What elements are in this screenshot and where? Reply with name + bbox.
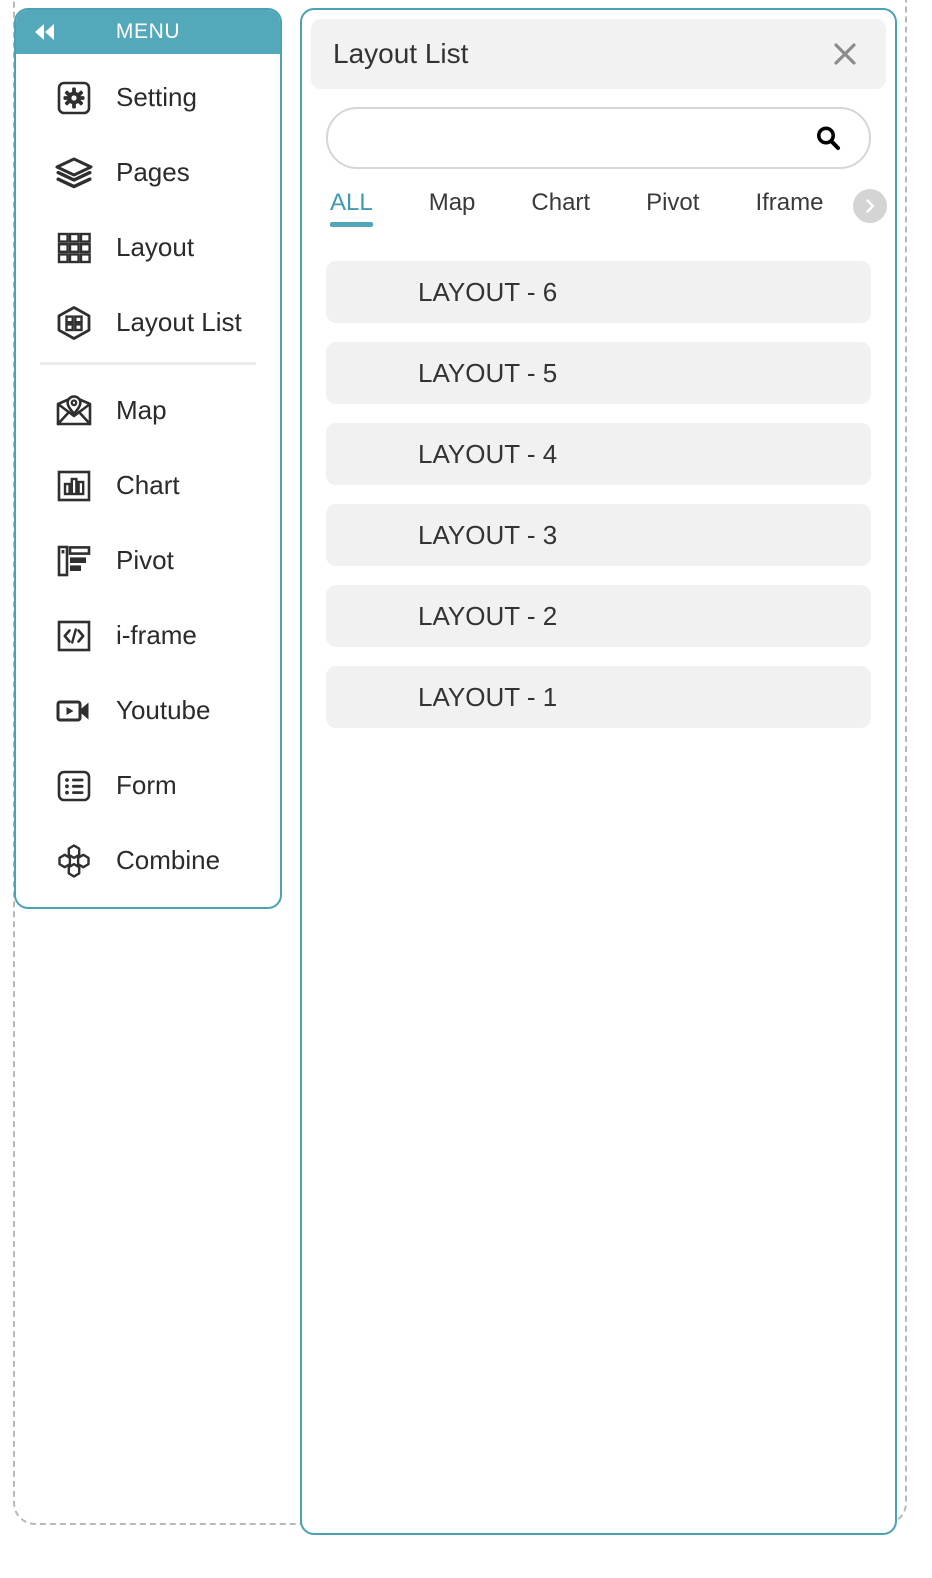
list-item[interactable]: LAYOUT - 4 bbox=[326, 423, 871, 485]
sidebar-item-layout[interactable]: Layout bbox=[16, 210, 280, 285]
layout-list: LAYOUT - 6 LAYOUT - 5 LAYOUT - 4 LAYOUT … bbox=[326, 261, 871, 728]
sidebar-item-label: Combine bbox=[116, 845, 221, 875]
double-chevron-left-icon[interactable] bbox=[32, 19, 58, 45]
pivot-table-icon bbox=[54, 541, 94, 581]
sidebar-item-label: Youtube bbox=[116, 695, 211, 725]
sidebar: MENU Setting Pages Layout Layout List Ma… bbox=[14, 8, 282, 909]
sidebar-item-label: i-frame bbox=[116, 620, 197, 650]
video-play-icon bbox=[54, 691, 94, 731]
list-item[interactable]: LAYOUT - 3 bbox=[326, 504, 871, 566]
search-row bbox=[326, 107, 871, 169]
grid-icon bbox=[54, 228, 94, 268]
sidebar-item-pivot[interactable]: Pivot bbox=[16, 523, 280, 598]
list-item-label: LAYOUT - 1 bbox=[418, 681, 558, 712]
tab-strip: ALL Map Chart Pivot Iframe bbox=[302, 183, 895, 237]
list-item-label: LAYOUT - 3 bbox=[418, 519, 558, 550]
map-pin-icon bbox=[54, 391, 94, 431]
sidebar-header: MENU bbox=[16, 10, 280, 54]
sidebar-divider bbox=[40, 362, 256, 365]
list-item-label: LAYOUT - 5 bbox=[418, 357, 558, 388]
list-item[interactable]: LAYOUT - 1 bbox=[326, 666, 871, 728]
sidebar-item-label: Layout List bbox=[116, 307, 242, 337]
search-icon[interactable] bbox=[811, 121, 845, 155]
sidebar-item-label: Chart bbox=[116, 470, 180, 500]
sidebar-item-chart[interactable]: Chart bbox=[16, 448, 280, 523]
list-item[interactable]: LAYOUT - 2 bbox=[326, 585, 871, 647]
sidebar-item-label: Form bbox=[116, 770, 177, 800]
sidebar-item-label: Setting bbox=[116, 82, 197, 112]
page-title: Layout List bbox=[333, 38, 469, 69]
sidebar-item-youtube[interactable]: Youtube bbox=[16, 673, 280, 748]
list-form-icon bbox=[54, 766, 94, 806]
sidebar-nav-group-primary: Setting Pages Layout Layout List bbox=[16, 54, 280, 360]
tab-chart[interactable]: Chart bbox=[531, 183, 590, 217]
search-box[interactable] bbox=[326, 107, 871, 169]
combine-hexagons-icon bbox=[54, 841, 94, 881]
tab-iframe[interactable]: Iframe bbox=[755, 183, 823, 217]
layers-icon bbox=[54, 153, 94, 193]
layout-list-panel: Layout List ALL Map Chart Pivot Iframe L… bbox=[300, 8, 897, 1535]
code-brackets-icon bbox=[54, 616, 94, 656]
sidebar-item-label: Layout bbox=[116, 232, 195, 262]
tab-pivot[interactable]: Pivot bbox=[646, 183, 699, 217]
sidebar-item-label: Map bbox=[116, 395, 167, 425]
list-item[interactable]: LAYOUT - 5 bbox=[326, 342, 871, 404]
tab-all[interactable]: ALL bbox=[330, 183, 373, 227]
sidebar-item-map[interactable]: Map bbox=[16, 373, 280, 448]
sidebar-item-pages[interactable]: Pages bbox=[16, 135, 280, 210]
chevron-right-circle-icon[interactable] bbox=[853, 189, 887, 223]
sidebar-item-form[interactable]: Form bbox=[16, 748, 280, 823]
sidebar-item-iframe[interactable]: i-frame bbox=[16, 598, 280, 673]
sidebar-nav-group-widgets: Map Chart Pivot i-frame Youtube Form Com… bbox=[16, 367, 280, 898]
sidebar-item-label: Pivot bbox=[116, 545, 174, 575]
hex-grid-icon bbox=[54, 303, 94, 343]
panel-header: Layout List bbox=[311, 19, 886, 89]
search-input[interactable] bbox=[350, 108, 811, 168]
gear-square-icon bbox=[54, 78, 94, 118]
list-item-label: LAYOUT - 6 bbox=[418, 276, 558, 307]
sidebar-item-label: Pages bbox=[116, 157, 190, 187]
list-item-label: LAYOUT - 2 bbox=[418, 600, 558, 631]
tab-row: ALL Map Chart Pivot Iframe bbox=[302, 183, 895, 237]
close-icon[interactable] bbox=[826, 35, 864, 73]
sidebar-item-layout-list[interactable]: Layout List bbox=[16, 285, 280, 360]
bar-chart-icon bbox=[54, 466, 94, 506]
sidebar-item-setting[interactable]: Setting bbox=[16, 60, 280, 135]
tab-map[interactable]: Map bbox=[429, 183, 476, 217]
list-item-label: LAYOUT - 4 bbox=[418, 438, 558, 469]
sidebar-item-combine[interactable]: Combine bbox=[16, 823, 280, 898]
list-item[interactable]: LAYOUT - 6 bbox=[326, 261, 871, 323]
